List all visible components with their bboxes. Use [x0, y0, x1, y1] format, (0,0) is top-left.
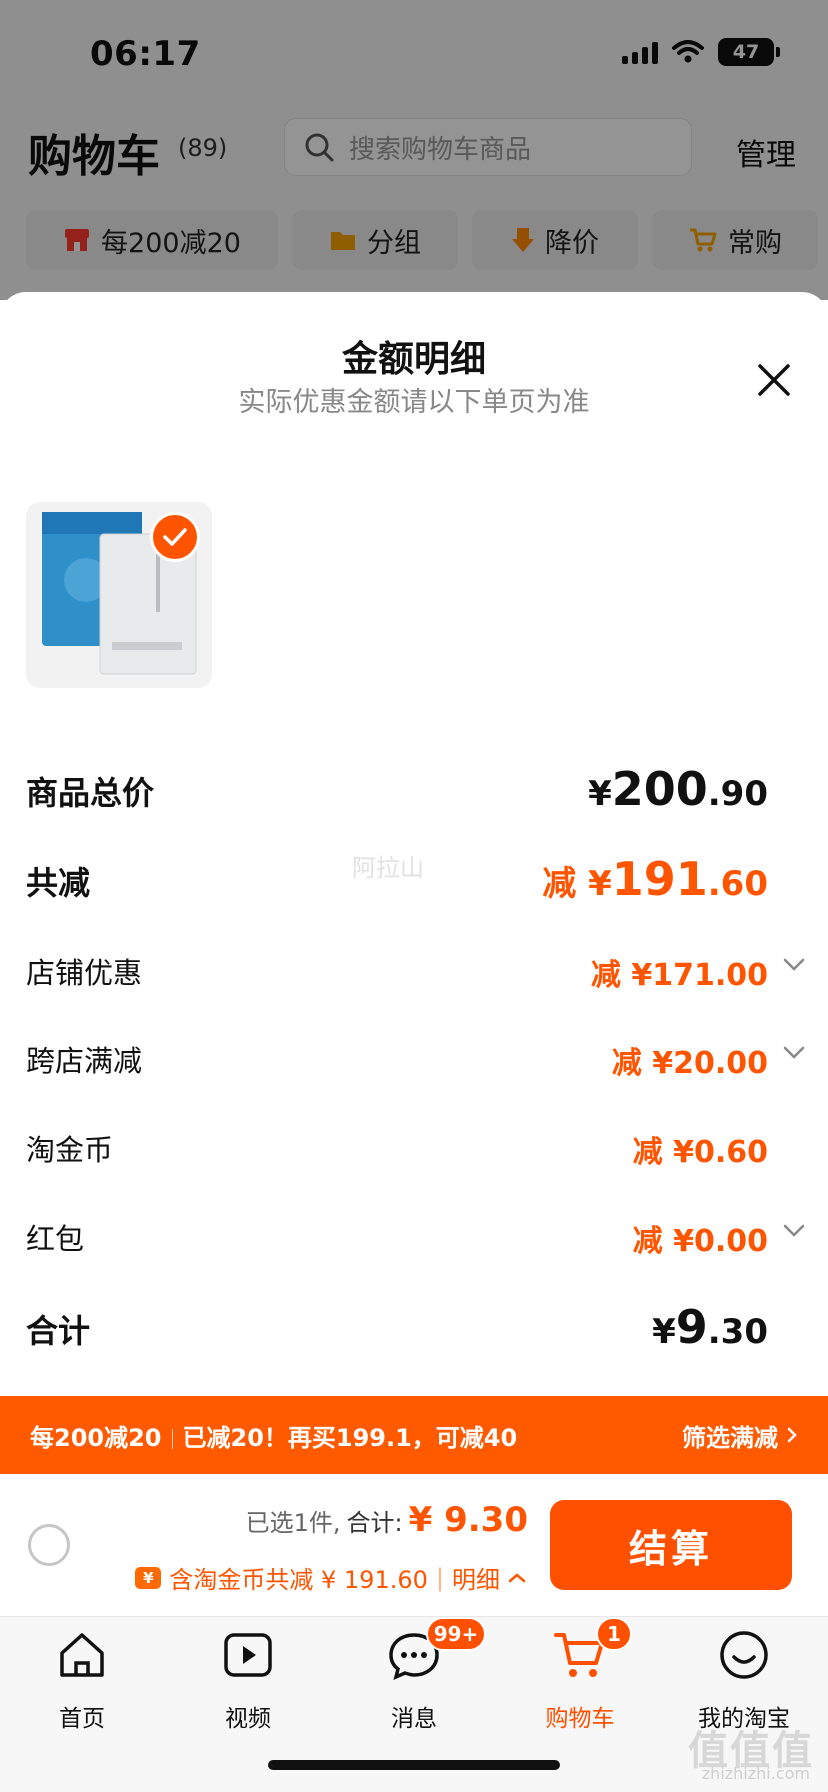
selected-count: 已选1件,: [245, 1509, 341, 1537]
chevron-down-icon[interactable]: [782, 956, 806, 972]
chevron-right-icon: [787, 1427, 797, 1443]
chevron-down-icon[interactable]: [782, 1222, 806, 1238]
promo-filter-label: 筛选满减: [682, 1423, 778, 1452]
row-red-packet[interactable]: 红包 减 ¥0.00: [26, 1216, 806, 1276]
discount-amount: 减 ¥20.00: [611, 1046, 768, 1081]
tab-video[interactable]: 视频: [188, 1627, 308, 1733]
video-icon: [224, 1633, 272, 1677]
row-total-price: 商品总价 ¥ 200 .90: [26, 762, 806, 828]
tab-label: 视频: [225, 1706, 271, 1732]
currency-symbol: ¥: [652, 1312, 676, 1352]
tab-home[interactable]: 首页: [22, 1627, 142, 1733]
red-packet-value: 减 ¥0.00: [633, 1216, 768, 1260]
discount-detail-link[interactable]: ¥ 含淘金币共减 ¥ 191.60 | 明细: [135, 1560, 526, 1595]
amount-decimal: .60: [707, 864, 768, 904]
select-all-radio[interactable]: [28, 1524, 70, 1566]
amount-integer: 191: [611, 852, 708, 906]
sum-value: ¥ 9 .30: [652, 1300, 768, 1354]
discount-amount: 减 ¥0.00: [632, 1224, 768, 1259]
checkout-total: 已选1件, 合计: ¥ 9.30: [246, 1500, 528, 1540]
tab-label: 消息: [391, 1706, 437, 1732]
modal-backdrop[interactable]: [0, 0, 828, 300]
discount-summary: 含淘金币共减 ¥ 191.60: [169, 1566, 428, 1594]
shop-discount-value: 减 ¥171.00: [591, 950, 768, 994]
divider: |: [435, 1563, 444, 1592]
profile-icon: [720, 1631, 768, 1679]
coin-discount-value: 减 ¥0.60: [633, 1127, 768, 1171]
amount-integer: 200: [611, 762, 708, 816]
tab-label: 购物车: [545, 1706, 615, 1732]
total-amount: ¥ 9.30: [408, 1500, 528, 1540]
cart-badge: 1: [596, 1617, 632, 1651]
checkout-bar: 已选1件, 合计: ¥ 9.30 ¥ 含淘金币共减 ¥ 191.60 | 明细 …: [0, 1474, 828, 1616]
tab-label: 首页: [59, 1706, 105, 1732]
total-discount-value: 减 ¥ 191 .60: [542, 852, 768, 906]
row-label: 店铺优惠: [26, 956, 143, 990]
sheet-title: 金额明细: [341, 339, 486, 380]
site-watermark-url: zhizhizhi.com: [701, 1764, 810, 1783]
row-sum: 合计 ¥ 9 .30: [26, 1300, 806, 1366]
home-icon: [60, 1633, 104, 1677]
home-indicator[interactable]: [268, 1760, 560, 1770]
row-label: 共减: [26, 864, 91, 902]
amount-decimal: .90: [707, 774, 768, 814]
watermark-text: 阿拉山: [352, 854, 424, 882]
checkout-button[interactable]: 结算: [550, 1500, 792, 1590]
sheet-subtitle: 实际优惠金额请以下单页为准: [238, 387, 590, 418]
chevron-up-icon: [508, 1572, 526, 1582]
row-cross-shop-discount[interactable]: 跨店满减 减 ¥20.00: [26, 1038, 806, 1098]
selected-check-icon[interactable]: [150, 512, 200, 562]
close-icon[interactable]: [752, 358, 796, 402]
row-label: 商品总价: [26, 774, 155, 812]
tab-cart[interactable]: 购物车 1: [520, 1617, 640, 1733]
chevron-down-icon[interactable]: [782, 1044, 806, 1060]
promo-divider: [171, 1428, 173, 1449]
amount-decimal: .30: [707, 1312, 768, 1352]
cross-shop-value: 减 ¥20.00: [612, 1038, 768, 1082]
amount-integer: 9: [675, 1300, 708, 1354]
promo-status: 已减20！再买199.1，可减40: [182, 1423, 518, 1452]
row-label: 淘金币: [26, 1133, 114, 1167]
currency-symbol: ¥: [588, 774, 612, 814]
promo-filter-link[interactable]: 筛选满减: [682, 1418, 798, 1453]
row-taojin-coin: 淘金币 减 ¥0.60: [26, 1127, 806, 1187]
row-label: 跨店满减: [26, 1044, 143, 1078]
tab-messages[interactable]: 消息 99+: [354, 1617, 486, 1733]
coin-icon: ¥: [135, 1566, 162, 1589]
promo-bar[interactable]: 每200减20 已减20！再买199.1，可减40 筛选满减: [0, 1396, 828, 1474]
row-label: 合计: [26, 1312, 91, 1350]
discount-prefix: 减 ¥: [542, 864, 612, 904]
discount-amount: 减 ¥171.00: [590, 958, 768, 993]
promo-rule: 每200减20: [30, 1423, 162, 1452]
message-badge: 99+: [426, 1617, 486, 1651]
row-label: 红包: [26, 1222, 85, 1256]
detail-label: 明细: [452, 1566, 500, 1594]
promo-info: 每200减20 已减20！再买199.1，可减40: [30, 1418, 682, 1453]
discount-amount: 减 ¥0.60: [632, 1135, 768, 1170]
total-label: 合计:: [346, 1509, 403, 1537]
total-price-value: ¥ 200 .90: [588, 762, 768, 816]
row-shop-discount[interactable]: 店铺优惠 减 ¥171.00: [26, 950, 806, 1010]
